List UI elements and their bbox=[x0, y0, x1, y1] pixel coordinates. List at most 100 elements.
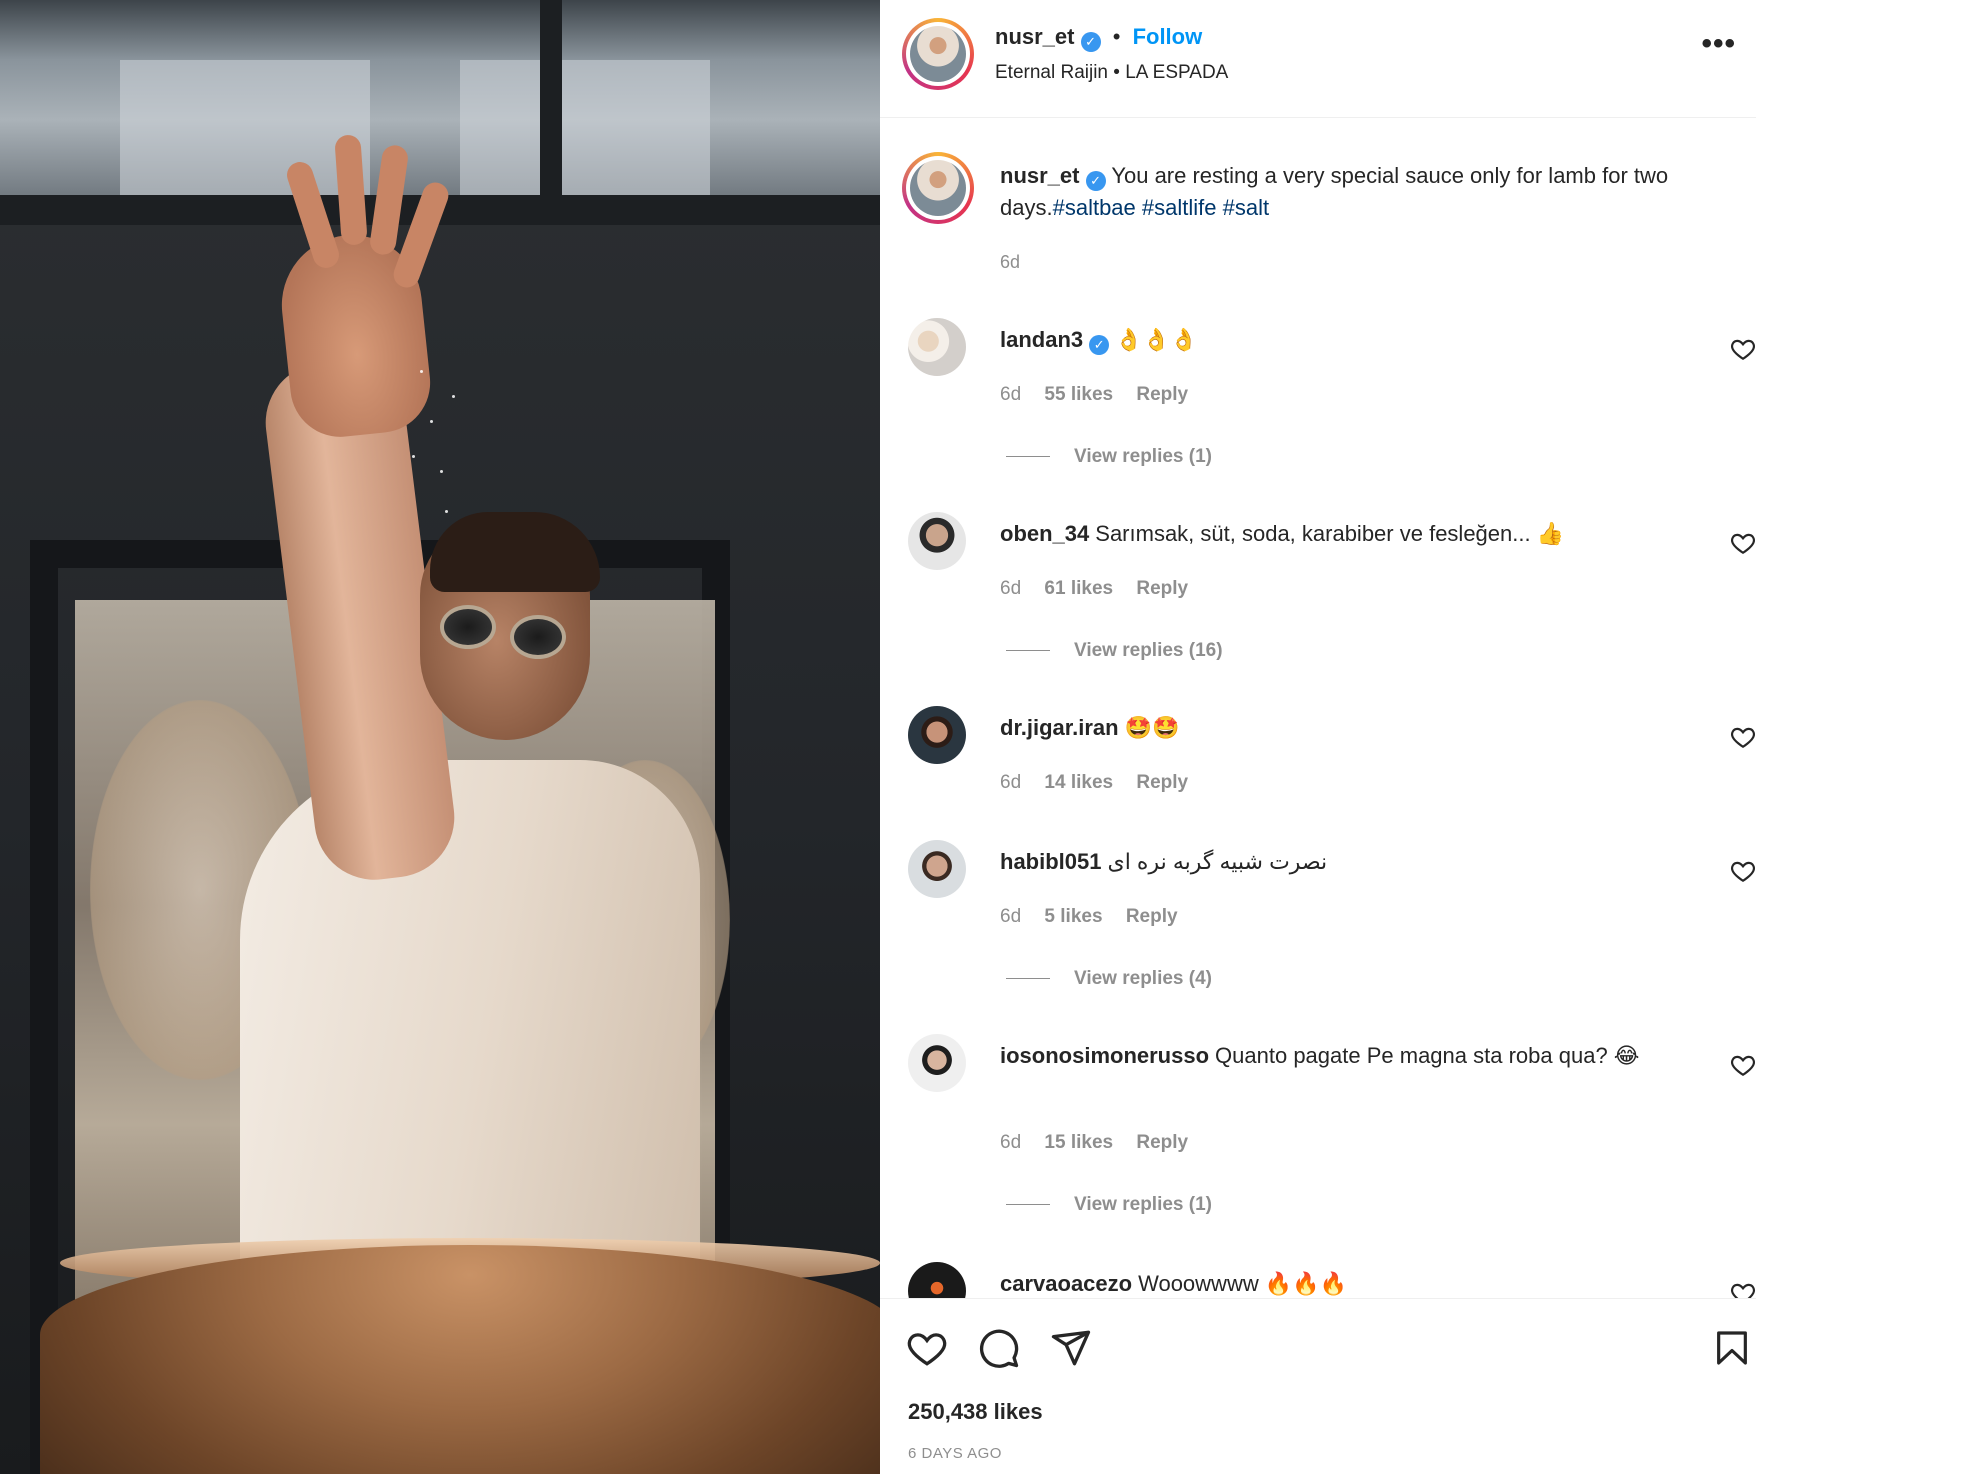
post-audio-subtitle[interactable]: Eternal Raijin • LA ESPADA bbox=[995, 62, 1228, 84]
reply-button[interactable]: Reply bbox=[1136, 384, 1188, 405]
comment-username[interactable]: dr.jigar.iran bbox=[1000, 715, 1119, 740]
comment-meta: 6d 14 likes Reply bbox=[1000, 772, 1206, 794]
caption-avatar[interactable] bbox=[902, 152, 974, 224]
caption-time: 6d bbox=[1000, 252, 1021, 272]
comment-username[interactable]: landan3 bbox=[1000, 327, 1083, 352]
view-replies-label: View replies (1) bbox=[1074, 446, 1212, 467]
view-replies-label: View replies (4) bbox=[1074, 968, 1212, 989]
more-icon[interactable]: ••• bbox=[1701, 29, 1736, 59]
share-icon[interactable] bbox=[1050, 1327, 1092, 1369]
post-photo[interactable] bbox=[0, 0, 880, 1474]
comment-meta: 6d 61 likes Reply bbox=[1000, 578, 1206, 600]
post-likes-count[interactable]: 250,438 likes bbox=[908, 1399, 1043, 1425]
comment-body: Wooowwww 🔥🔥🔥 bbox=[1138, 1271, 1348, 1296]
comment-time: 6d bbox=[1000, 1132, 1022, 1153]
verified-badge-icon: ✓ bbox=[1080, 32, 1101, 52]
photo-salt-grain bbox=[452, 395, 455, 398]
comment-heart-icon[interactable] bbox=[1730, 858, 1756, 884]
reply-button[interactable]: Reply bbox=[1136, 772, 1188, 793]
comment-heart-icon[interactable] bbox=[1730, 530, 1756, 556]
comment-likes[interactable]: 5 likes bbox=[1044, 906, 1102, 927]
hashtag-link[interactable]: #saltbae bbox=[1053, 195, 1136, 220]
view-replies-button[interactable]: View replies (16) bbox=[1000, 640, 1223, 662]
post-actions-bar: 250,438 likes 6 DAYS AGO bbox=[880, 1298, 1756, 1474]
photo-window-pane bbox=[460, 60, 710, 200]
page-margin bbox=[1756, 0, 1975, 1474]
comment-time: 6d bbox=[1000, 906, 1022, 927]
hashtag-link[interactable]: #salt bbox=[1223, 195, 1269, 220]
view-replies-button[interactable]: View replies (1) bbox=[1000, 1194, 1212, 1216]
comment-likes[interactable]: 14 likes bbox=[1044, 772, 1113, 793]
separator-dot: • bbox=[1112, 24, 1121, 49]
comment-body: 🤩🤩 bbox=[1124, 715, 1180, 740]
comment-text: iosonosimonerusso Quanto pagate Pe magna … bbox=[1000, 1040, 1640, 1072]
comment-time: 6d bbox=[1000, 772, 1022, 793]
reply-button[interactable]: Reply bbox=[1136, 578, 1188, 599]
photo-sunglasses-lens bbox=[510, 615, 566, 659]
author-avatar[interactable] bbox=[902, 18, 974, 90]
comment-heart-icon[interactable] bbox=[1730, 1280, 1756, 1298]
view-replies-label: View replies (1) bbox=[1074, 1194, 1212, 1215]
comment-username[interactable]: habibl051 bbox=[1000, 849, 1101, 874]
post-side-panel: nusr_et ✓ • Follow Eternal Raijin • LA E… bbox=[880, 0, 1756, 1474]
author-username[interactable]: nusr_et bbox=[995, 24, 1074, 49]
photo-salt-grain bbox=[440, 470, 443, 473]
comment-meta: 6d 55 likes Reply bbox=[1000, 384, 1206, 406]
comment-icon[interactable] bbox=[978, 1327, 1020, 1369]
instagram-post-modal: nusr_et ✓ • Follow Eternal Raijin • LA E… bbox=[0, 0, 1975, 1474]
comment-heart-icon[interactable] bbox=[1730, 1052, 1756, 1078]
photo-salt-grain bbox=[420, 370, 423, 373]
comment-time: 6d bbox=[1000, 384, 1022, 405]
comment-heart-icon[interactable] bbox=[1730, 724, 1756, 750]
post-date: 6 DAYS AGO bbox=[908, 1445, 1002, 1462]
comment-body: Quanto pagate Pe magna sta roba qua? 😂 bbox=[1215, 1043, 1640, 1068]
photo-salt-grain bbox=[430, 420, 433, 423]
comment-text: habibl051 نصرت شبیه گربه نره ای bbox=[1000, 846, 1640, 878]
reply-button[interactable]: Reply bbox=[1136, 1132, 1188, 1153]
comment-meta: 6d 5 likes Reply bbox=[1000, 906, 1196, 928]
comment-text: oben_34 Sarımsak, süt, soda, karabiber ve… bbox=[1000, 518, 1640, 550]
comment-heart-icon[interactable] bbox=[1730, 336, 1756, 362]
heart-icon[interactable] bbox=[906, 1327, 948, 1369]
comment-username[interactable]: iosonosimonerusso bbox=[1000, 1043, 1209, 1068]
comment-body: 👌👌👌 bbox=[1115, 327, 1198, 352]
photo-sunglasses-lens bbox=[440, 605, 496, 649]
comment-username[interactable]: oben_34 bbox=[1000, 521, 1089, 546]
comment-text: landan3 ✓ 👌👌👌 bbox=[1000, 324, 1640, 356]
photo-salt-grain bbox=[445, 510, 448, 513]
view-replies-label: View replies (16) bbox=[1074, 640, 1223, 661]
reply-button[interactable]: Reply bbox=[1126, 906, 1178, 927]
comment-likes[interactable]: 61 likes bbox=[1044, 578, 1113, 599]
comment-username[interactable]: carvaoacezo bbox=[1000, 1271, 1132, 1296]
comment-time: 6d bbox=[1000, 578, 1022, 599]
bookmark-icon[interactable] bbox=[1712, 1327, 1752, 1369]
view-replies-button[interactable]: View replies (4) bbox=[1000, 968, 1212, 990]
follow-button[interactable]: Follow bbox=[1133, 24, 1203, 49]
comment-avatar[interactable] bbox=[908, 512, 966, 570]
photo-person-hair bbox=[430, 512, 600, 592]
comment-avatar[interactable] bbox=[908, 1034, 966, 1092]
post-header: nusr_et ✓ • Follow Eternal Raijin • LA E… bbox=[880, 0, 1756, 118]
comment-body: Sarımsak, süt, soda, karabiber ve fesleğ… bbox=[1095, 521, 1565, 546]
comment-likes[interactable]: 55 likes bbox=[1044, 384, 1113, 405]
photo-window-pane bbox=[120, 60, 370, 200]
view-replies-button[interactable]: View replies (1) bbox=[1000, 446, 1212, 468]
author-line: nusr_et ✓ • Follow bbox=[995, 24, 1202, 52]
comment-avatar[interactable] bbox=[908, 840, 966, 898]
hashtag-link[interactable]: #saltlife bbox=[1142, 195, 1217, 220]
comment-body: نصرت شبیه گربه نره ای bbox=[1107, 849, 1328, 874]
photo-bowl bbox=[40, 1245, 880, 1474]
photo-beam bbox=[540, 0, 562, 200]
verified-badge-icon: ✓ bbox=[1089, 335, 1110, 355]
comment-avatar[interactable] bbox=[908, 1262, 966, 1298]
comment-likes[interactable]: 15 likes bbox=[1044, 1132, 1113, 1153]
comment-text: dr.jigar.iran 🤩🤩 bbox=[1000, 712, 1640, 744]
comment-avatar[interactable] bbox=[908, 706, 966, 764]
photo-salt-grain bbox=[412, 455, 415, 458]
caption-text: nusr_et ✓ You are resting a very special… bbox=[1000, 160, 1740, 224]
comment-avatar[interactable] bbox=[908, 318, 966, 376]
caption-username[interactable]: nusr_et bbox=[1000, 163, 1079, 188]
comments-scroll-area[interactable]: nusr_et ✓ • Follow Eternal Raijin • LA E… bbox=[880, 0, 1756, 1298]
comment-meta: 6d 15 likes Reply bbox=[1000, 1132, 1206, 1154]
verified-badge-icon: ✓ bbox=[1085, 171, 1106, 191]
